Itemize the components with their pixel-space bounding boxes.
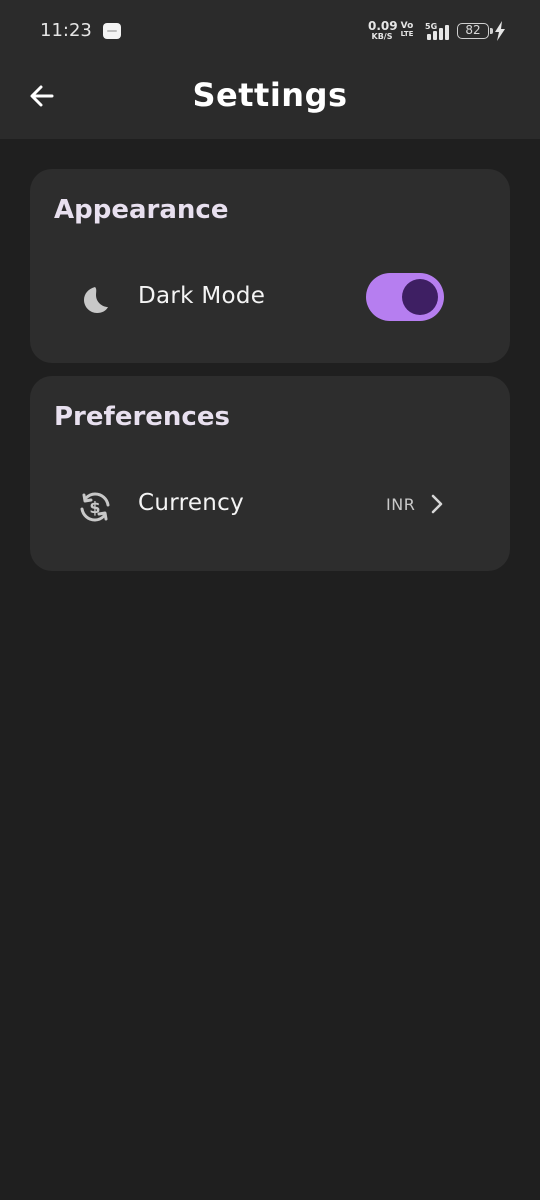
network-speed-value: 0.09 bbox=[368, 19, 398, 33]
dark-mode-toggle-thumb bbox=[402, 279, 438, 315]
notification-app-icon bbox=[103, 23, 121, 39]
appearance-section-title: Appearance bbox=[54, 195, 229, 225]
status-time: 11:23 bbox=[40, 20, 92, 41]
dark-mode-row[interactable]: Dark Mode bbox=[30, 269, 510, 329]
currency-row[interactable]: $ Currency INR bbox=[30, 476, 510, 536]
dark-mode-label: Dark Mode bbox=[138, 283, 266, 309]
chevron-right-icon bbox=[431, 494, 443, 514]
page-title: Settings bbox=[192, 76, 348, 114]
app-bar: Settings bbox=[0, 60, 540, 139]
volte-bottom-text: LTE bbox=[400, 30, 414, 38]
currency-label: Currency bbox=[138, 490, 245, 516]
currency-value: INR bbox=[386, 495, 416, 514]
signal-icon bbox=[427, 24, 451, 40]
dark-mode-toggle[interactable] bbox=[366, 273, 444, 321]
status-bar: 11:23 0.09 KB/S Vo LTE 5G 82 bbox=[0, 0, 540, 60]
battery-icon: 82 bbox=[457, 23, 493, 39]
volte-indicator: Vo LTE bbox=[399, 22, 415, 38]
network-speed: 0.09 KB/S bbox=[368, 19, 398, 41]
battery-level: 82 bbox=[465, 23, 481, 37]
network-speed-unit: KB/S bbox=[371, 32, 393, 41]
charging-icon bbox=[495, 21, 505, 41]
moon-icon bbox=[84, 287, 108, 313]
svg-text:$: $ bbox=[89, 498, 100, 517]
appearance-card: Appearance Dark Mode bbox=[30, 169, 510, 363]
currency-exchange-icon: $ bbox=[80, 492, 110, 522]
preferences-card: Preferences $ Currency INR bbox=[30, 376, 510, 571]
preferences-section-title: Preferences bbox=[54, 402, 230, 432]
